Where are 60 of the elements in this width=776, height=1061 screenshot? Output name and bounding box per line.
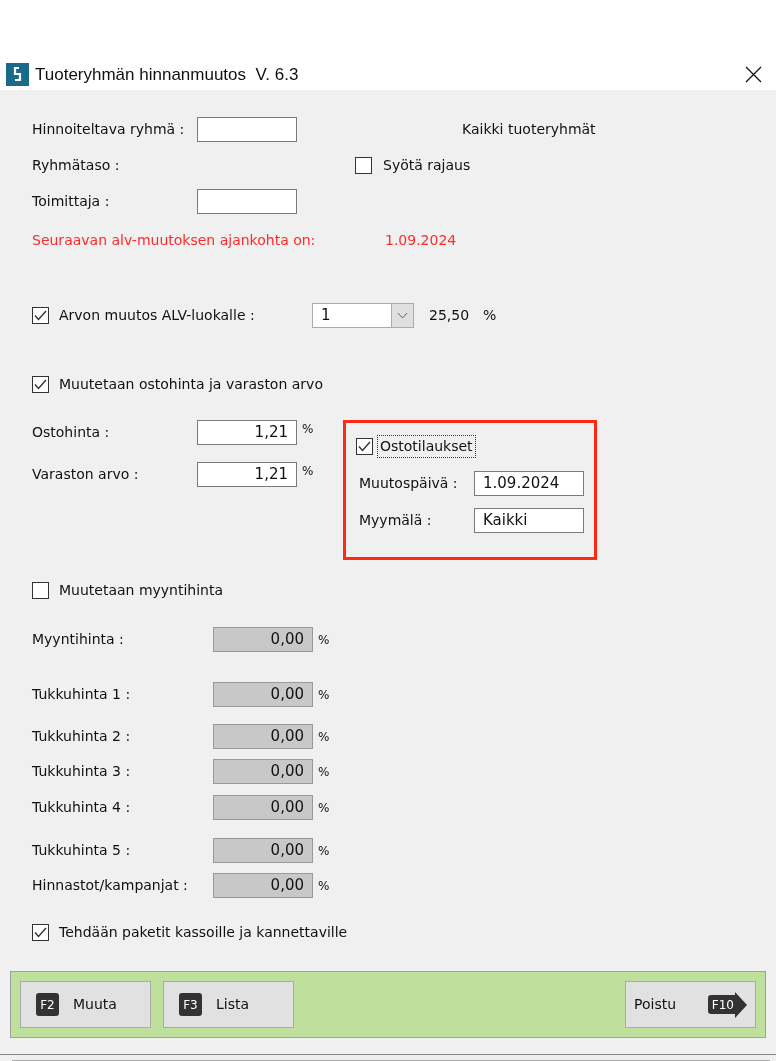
field-label: Hinnastot/kampanjat :: [32, 876, 189, 895]
field-label: Tukkuhinta 4 :: [32, 798, 132, 817]
checkbox[interactable]: [32, 924, 49, 941]
checkmark-icon: [34, 927, 47, 938]
unit-label: %: [318, 877, 330, 895]
unit-label: %: [483, 306, 497, 325]
checkbox[interactable]: [32, 376, 49, 393]
input-field[interactable]: 1.09.2024: [474, 471, 584, 496]
field-label: Ryhmätaso :: [32, 156, 121, 175]
vat-class-dropdown[interactable]: 1: [312, 303, 414, 328]
exit-button[interactable]: Poistu F10: [625, 981, 756, 1028]
field-label: Muutospäivä :: [359, 474, 459, 493]
checkbox-label: Syötä rajaus: [383, 156, 471, 175]
unit-label: %: [318, 799, 330, 817]
group-summary: Kaikki tuoteryhmät: [462, 120, 596, 139]
field-label: Varaston arvo :: [32, 465, 140, 484]
input-field[interactable]: 1,21: [197, 420, 297, 445]
window-title: Tuoteryhmän hinnanmuutos V. 6.3: [35, 64, 299, 87]
checkmark-icon: [358, 441, 371, 452]
field-label: Ostohinta :: [32, 423, 111, 442]
field-label: Tukkuhinta 2 :: [32, 727, 132, 746]
field-label: Myyntihinta :: [32, 630, 125, 649]
checkbox[interactable]: [32, 307, 49, 324]
field-label: Toimittaja :: [32, 192, 111, 211]
input-field[interactable]: [197, 189, 297, 214]
unit-label: %: [302, 421, 314, 438]
key-icon: F3: [179, 993, 202, 1016]
checkmark-icon: [34, 310, 47, 321]
close-icon[interactable]: [745, 66, 762, 84]
vat-notice: Seuraavan alv-muutoksen ajankohta on:: [32, 231, 317, 250]
field-label: Myymälä :: [359, 511, 433, 530]
field-label: Hinnoiteltava ryhmä :: [32, 120, 186, 139]
input-field[interactable]: 1,21: [197, 462, 297, 487]
action-button[interactable]: F2 Muuta: [20, 981, 151, 1028]
vat-rate: 25,50: [429, 306, 470, 325]
unit-label: %: [318, 686, 330, 704]
field-label: Tukkuhinta 1 :: [32, 685, 132, 704]
input-field[interactable]: Kaikki: [474, 508, 584, 533]
checkbox[interactable]: [355, 157, 372, 174]
input-field[interactable]: [197, 117, 297, 142]
checkmark-icon: [34, 379, 47, 390]
unit-label: %: [318, 763, 330, 781]
unit-label: %: [302, 463, 314, 480]
unit-label: %: [318, 728, 330, 746]
key-icon: F2: [36, 993, 59, 1016]
checkbox-label: Muutetaan ostohinta ja varaston arvo: [59, 375, 323, 394]
checkbox-label: Muutetaan myyntihinta: [59, 581, 224, 600]
checkbox-label: Arvon muutos ALV-luokalle :: [59, 306, 256, 325]
unit-label: %: [318, 842, 330, 860]
vat-date: 1.09.2024: [385, 231, 457, 250]
chevron-down-icon: [397, 312, 408, 319]
field-label: Tukkuhinta 5 :: [32, 841, 132, 860]
app-icon: [6, 63, 29, 87]
checkbox-label: Tehdään paketit kassoille ja kannettaville: [59, 923, 348, 942]
checkbox[interactable]: [32, 582, 49, 599]
field-label: Tukkuhinta 3 :: [32, 762, 132, 781]
unit-label: %: [318, 631, 330, 649]
checkbox[interactable]: [356, 438, 373, 455]
checkbox-label: Ostotilaukset: [377, 435, 476, 458]
action-button[interactable]: F3 Lista: [163, 981, 294, 1028]
